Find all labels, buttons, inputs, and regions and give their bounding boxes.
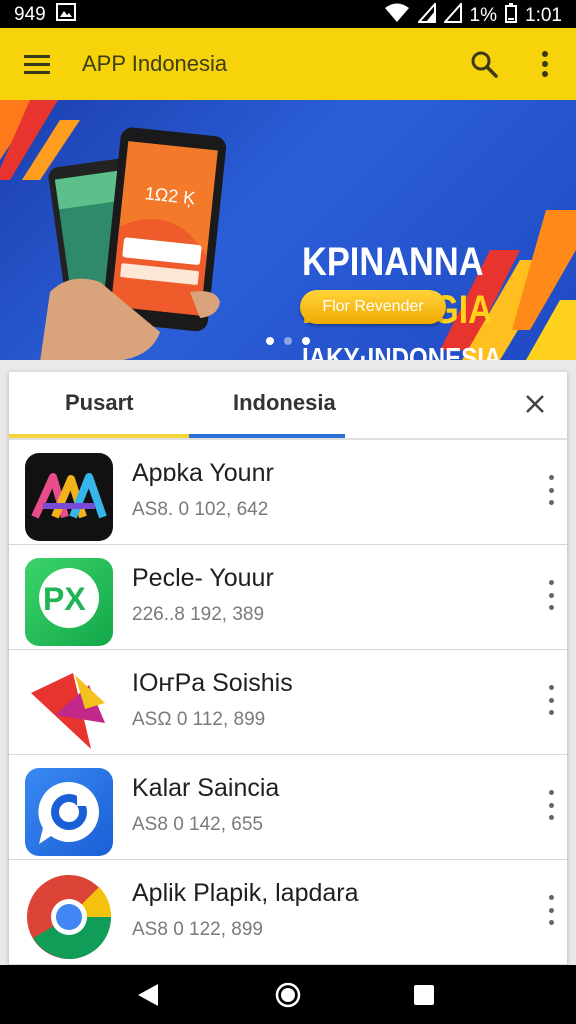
phones-illustration: 1Ω2 Ķ — [40, 127, 227, 360]
recents-icon[interactable] — [408, 979, 440, 1011]
tab-indicator-pusart — [9, 434, 189, 438]
triangle-logo-icon — [25, 663, 113, 751]
app-name: Apɒka Younr — [132, 459, 274, 487]
menu-icon[interactable] — [18, 46, 56, 82]
app-meta: AS8 0 122, 899 — [132, 919, 263, 940]
signal-icon-2 — [442, 1, 462, 29]
aa-logo-icon — [25, 453, 113, 541]
px-logo-icon: PX — [25, 558, 113, 646]
carousel-dot[interactable] — [266, 337, 274, 345]
battery-icon — [505, 3, 518, 29]
more-vert-icon[interactable] — [530, 46, 560, 82]
app-list-item[interactable]: IOҥPa Soishis ASΩ 0 112, 899 — [9, 649, 567, 755]
banner-headline-1: KPINANNA — [302, 240, 484, 284]
app-meta: 226..8 192, 389 — [132, 604, 265, 625]
search-icon[interactable] — [466, 46, 502, 82]
more-vert-icon[interactable] — [545, 895, 557, 925]
back-icon[interactable] — [132, 979, 164, 1011]
chat-bubble-logo-icon — [25, 768, 113, 856]
image-notification-icon — [55, 3, 76, 27]
carousel-indicator[interactable] — [266, 337, 310, 345]
more-vert-icon[interactable] — [545, 475, 557, 505]
carousel-dot-active[interactable] — [302, 337, 310, 345]
status-bar: 949 1% 1:01 — [0, 0, 576, 28]
app-title: APP Indonesia — [82, 51, 228, 76]
nav-bar — [0, 965, 576, 1024]
banner-headline-3: IAKY·INDONESIA — [302, 342, 502, 360]
svg-text:PX: PX — [43, 581, 86, 617]
chrome-logo-icon — [25, 873, 113, 961]
more-vert-icon[interactable] — [545, 790, 557, 820]
battery-percent: 1% — [469, 5, 498, 26]
more-vert-icon[interactable] — [545, 685, 557, 715]
banner-cta-button[interactable]: Flor Revender — [300, 290, 446, 324]
app-meta: ASΩ 0 112, 899 — [132, 709, 266, 730]
tab-indicator-indonesia — [189, 434, 345, 438]
more-vert-icon[interactable] — [545, 580, 557, 610]
app-list-item[interactable]: Apɒka Younr AS8. 0 102, 642 — [9, 439, 567, 545]
carousel-dot[interactable] — [284, 337, 292, 345]
app-name: Pecle- Youur — [132, 564, 274, 592]
promo-banner[interactable]: 1Ω2 Ķ KPINANNA INDAKNGIA IAKY·INDONESIA … — [0, 100, 576, 360]
app-bar: APP Indonesia — [0, 28, 576, 100]
app-name: Kalar Saincia — [132, 774, 280, 802]
app-list-item[interactable]: Aplik Plapik, lapdara AS8 0 122, 899 — [9, 859, 567, 965]
app-list-item[interactable]: Kalar Saincia AS8 0 142, 655 — [9, 754, 567, 860]
wifi-icon — [384, 3, 410, 29]
tab-bar: Pusart Indonesia — [9, 372, 567, 440]
tab-pusart[interactable]: Pusart — [65, 390, 133, 416]
apps-card: Pusart Indonesia Apɒka Younr AS8. 0 102,… — [9, 372, 567, 972]
signal-icon — [416, 1, 436, 29]
status-time: 949 — [14, 4, 46, 25]
app-meta: AS8. 0 102, 642 — [132, 499, 269, 520]
close-icon[interactable] — [519, 388, 551, 420]
app-meta: AS8 0 142, 655 — [132, 814, 263, 835]
app-name: IOҥPa Soishis — [132, 669, 293, 697]
tab-indonesia[interactable]: Indonesia — [233, 390, 336, 416]
clock: 1:01 — [525, 5, 562, 26]
app-name: Aplik Plapik, lapdara — [132, 879, 359, 907]
home-icon[interactable] — [272, 979, 304, 1011]
app-list-item[interactable]: PX Pecle- Youur 226..8 192, 389 — [9, 544, 567, 650]
